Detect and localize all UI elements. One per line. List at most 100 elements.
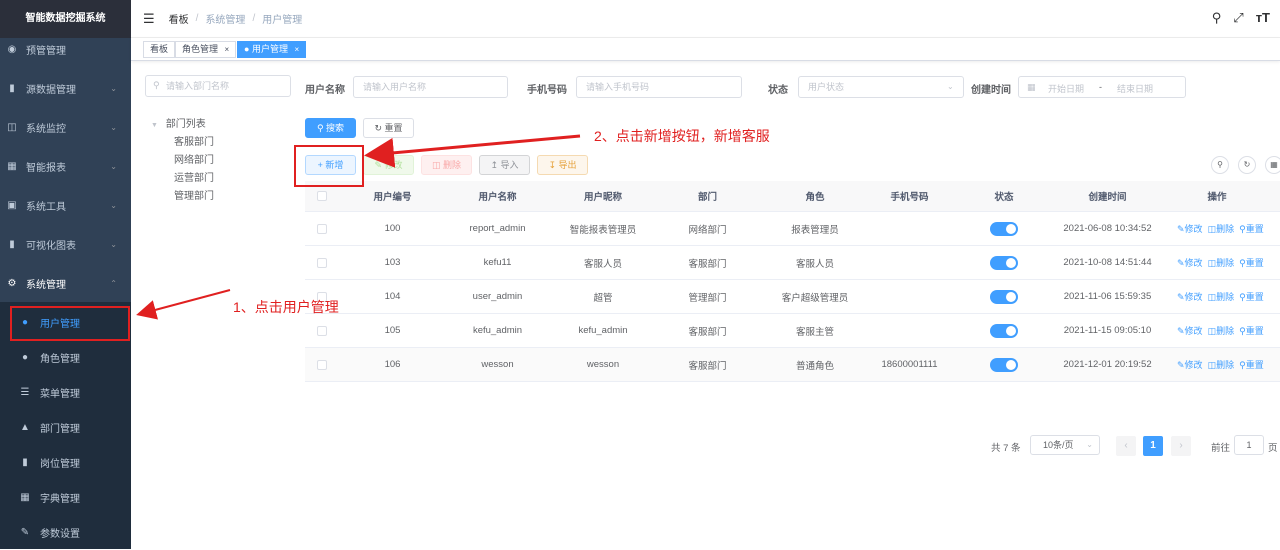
tree-node[interactable]: 管理部门 [174,187,214,202]
row-checkbox[interactable] [305,212,339,245]
cell-created: 2021-10-08 14:51:44 [1063,257,1152,268]
row-delete-link[interactable]: ◫删除 [1208,256,1235,269]
fullscreen-icon[interactable]: ⤢ [1233,10,1243,26]
cell-phone [872,314,947,347]
cell-dept: 客服部门 [688,326,727,338]
sidebar-item-menu-management[interactable]: ☰ 菜单管理 [0,375,131,410]
row-edit-link[interactable]: ✎修改 [1177,324,1203,337]
status-switch[interactable] [947,246,1061,279]
cell-id: 103 [384,257,401,268]
breadcrumb-item[interactable]: 看板 [169,11,189,26]
row-edit-link[interactable]: ✎修改 [1177,358,1203,371]
page-number[interactable]: 1 [1143,436,1163,456]
sidebar-item-monitor[interactable]: ◫ 系统监控 ⌄ [0,108,131,147]
cell-nickname: kefu_admin [578,325,628,336]
tree-icon: ▲ [20,422,30,433]
row-edit-link[interactable]: ✎修改 [1177,222,1203,235]
tag-dashboard[interactable]: 看板 [143,41,176,58]
search-icon[interactable]: ⚲ [1212,10,1222,26]
sidebar-item-config[interactable]: ✎ 参数设置 [0,515,131,550]
row-reset-link[interactable]: ⚲重置 [1239,222,1264,235]
columns-icon[interactable]: ▦ [1265,156,1280,174]
username-input[interactable] [353,76,508,98]
sidebar-item-source-data[interactable]: ▮ 源数据管理 ⌄ [0,69,131,108]
tag-role-management[interactable]: 角色管理 × [175,41,237,58]
chevron-down-icon: ⌄ [110,201,117,210]
row-delete-link[interactable]: ◫删除 [1208,290,1235,303]
tree-node[interactable]: 网络部门 [174,151,214,166]
chart-bar-icon: ▮ [9,83,15,94]
sidebar-item-role-management[interactable]: ● 角色管理 [0,340,131,375]
tags-view: 看板 角色管理 × ● 用户管理 × [131,38,1280,61]
refresh-icon: ↻ [374,123,382,133]
post-icon: ▮ [22,457,28,468]
sidebar-item-dict-management[interactable]: ▦ 字典管理 [0,480,131,515]
status-switch[interactable] [947,348,1061,381]
row-reset-link[interactable]: ⚲重置 [1239,358,1264,371]
cell-id: 104 [384,291,401,302]
refresh-icon[interactable]: ↻ [1238,156,1256,174]
status-switch[interactable] [947,314,1061,347]
breadcrumb-item: 用户管理 [262,15,303,26]
sidebar-item-report[interactable]: ▦ 智能报表 ⌄ [0,147,131,186]
row-reset-link[interactable]: ⚲重置 [1239,290,1264,303]
status-switch[interactable] [947,280,1061,313]
navbar: ☰ 看板 / 系统管理 / 用户管理 ⚲ ⤢ тT [131,0,1280,38]
cell-username: kefu_admin [472,325,523,336]
goto-page-input[interactable]: 1 [1234,435,1264,455]
sidebar-item-tools[interactable]: ▣ 系统工具 ⌄ [0,186,131,225]
row-delete-link[interactable]: ◫删除 [1208,358,1235,371]
tag-label: 用户管理 [251,44,288,54]
tag-user-management[interactable]: ● 用户管理 × [237,41,307,58]
row-delete-link[interactable]: ◫删除 [1208,222,1235,235]
sidebar-item-label: 系统工具 [26,202,66,213]
cell-created: 2021-11-15 09:05:10 [1063,325,1152,336]
search-button[interactable]: ⚲ 搜索 [305,118,356,138]
search-icon: ⚲ [316,123,324,133]
row-delete-link[interactable]: ◫删除 [1208,324,1235,337]
status-switch[interactable] [947,212,1061,245]
delete-button[interactable]: ◫ 删除 [421,155,472,175]
reset-button[interactable]: ↻ 重置 [363,118,414,138]
role-icon: ● [21,352,29,363]
font-size-icon[interactable]: тT [1256,10,1270,26]
toggle-search-icon[interactable]: ⚲ [1211,156,1229,174]
phone-input[interactable] [576,76,742,98]
table-header: 用户编号 用户名称 用户昵称 部门 角色 手机号码 状态 创建时间 操作 [305,181,1280,212]
row-reset-link[interactable]: ⚲重置 [1239,324,1264,337]
row-edit-link[interactable]: ✎修改 [1177,290,1203,303]
sidebar-item-dept-management[interactable]: ▲ 部门管理 [0,410,131,445]
annotation-step1: 1、点击用户管理 [233,299,339,315]
table-row: 103 kefu11 客服人员 客服部门 客服人员 2021-10-08 14:… [305,246,1280,280]
dept-search-input[interactable] [145,75,291,97]
close-icon[interactable]: × [225,45,230,54]
created-label: 创建时间 [971,85,1011,96]
page-size-select[interactable]: 10条/页 ⌄ [1030,435,1100,455]
start-date-placeholder: 开始日期 [1048,84,1085,94]
close-icon[interactable]: × [294,45,299,54]
dept-tree-root[interactable]: ▼ 部门列表 [151,115,206,130]
sidebar-item-post-management[interactable]: ▮ 岗位管理 [0,445,131,480]
hamburger-icon[interactable]: ☰ [143,11,155,27]
edit-button[interactable]: ✎ 修改 [363,155,414,175]
prev-page-button[interactable]: ‹ [1116,436,1136,456]
export-button[interactable]: ↧ 导出 [537,155,588,175]
row-edit-link[interactable]: ✎修改 [1177,256,1203,269]
row-checkbox[interactable] [305,246,339,279]
sidebar-item-charts[interactable]: ▮ 可视化图表 ⌄ [0,225,131,264]
dot-icon: ● [244,44,250,54]
row-reset-link[interactable]: ⚲重置 [1239,256,1264,269]
tree-node[interactable]: 运营部门 [174,169,214,184]
row-checkbox[interactable] [305,348,339,381]
status-select[interactable] [798,76,964,98]
import-button[interactable]: ↥ 导入 [479,155,530,175]
cell-dept: 客服部门 [688,360,727,372]
table-row: 104 user_admin 超管 管理部门 客户超级管理员 2021-11-0… [305,280,1280,314]
tree-node[interactable]: 客服部门 [174,133,214,148]
date-range-picker[interactable]: ▦ 开始日期 - 结束日期 [1018,76,1186,98]
next-page-button[interactable]: › [1171,436,1191,456]
sidebar-item-warning[interactable]: ◉ 预管管理 [0,30,131,69]
row-checkbox[interactable] [305,314,339,347]
sidebar-item-system[interactable]: ⚙ 系统管理 ⌃ [0,264,131,303]
table-row: 105 kefu_admin kefu_admin 客服部门 客服主管 2021… [305,314,1280,348]
